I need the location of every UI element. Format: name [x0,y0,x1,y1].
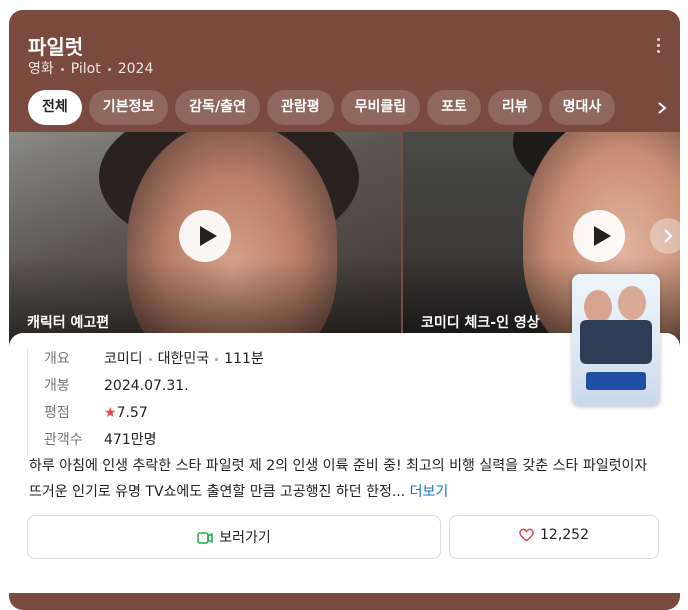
tab-director-cast[interactable]: 감독/출연 [175,90,260,125]
tab-movie-clips[interactable]: 무비클립 [340,90,421,125]
audience-count: 471만명 [104,432,157,448]
country-link[interactable]: 대한민국 [158,351,210,367]
tab-ratings[interactable]: 관람평 [266,90,334,125]
movie-meta: 영화 Pilot 2024 [28,58,153,78]
separator-dot [148,357,152,361]
separator-dot [215,357,219,361]
like-count: 12,252 [540,527,589,543]
info-label: 평점 [44,405,70,421]
info-label: 개요 [44,351,70,367]
card-header: 파일럿 영화 Pilot 2024 전체 기본정보 감독/출연 관람평 무비클립 포토 리뷰 명대… [9,10,680,132]
like-button[interactable]: 12,252 [449,515,659,559]
chevron-right-icon[interactable] [650,218,680,254]
info-row-rating: 평점 ★7.57 [44,403,264,430]
synopsis-text: 하루 아침에 인생 추락한 스타 파일럿 제 2의 인생 이륙 준비 중! 최고… [29,458,648,500]
meta-year: 2024 [117,61,154,77]
poster-logo [586,372,646,390]
meta-english-title: Pilot [70,61,101,77]
separator-dot [60,67,64,71]
video-camera-icon [197,532,214,544]
heart-icon [519,528,534,542]
movie-title[interactable]: 파일럿 [28,31,83,60]
tab-reviews[interactable]: 리뷰 [487,90,542,125]
watch-button-label: 보러가기 [219,530,271,546]
genre-link[interactable]: 코미디 [104,351,143,367]
tab-basic-info[interactable]: 기본정보 [88,90,169,125]
info-row-overview: 개요 코미디 대한민국 111분 [44,349,264,376]
info-rows: 개요 코미디 대한민국 111분 개봉 2024.07.31. 평점 ★7.57 관객수 4… [27,349,264,457]
tab-bar: 전체 기본정보 감독/출연 관람평 무비클립 포토 리뷰 명대사 [28,90,622,125]
star-icon: ★ [104,405,117,421]
more-link[interactable]: 더보기 [410,484,449,500]
separator-dot [107,67,111,71]
rating-value: 7.57 [116,405,148,421]
info-panel: 개요 코미디 대한민국 111분 개봉 2024.07.31. 평점 ★7.57 관객수 4… [9,274,680,593]
clip-label: 코미디 체크-인 영상 [421,315,540,331]
tab-quotes[interactable]: 명대사 [548,90,616,125]
clip-character-trailer[interactable]: 캐릭터 예고편 [9,132,401,348]
info-label: 개봉 [44,378,70,394]
meta-genre: 영화 [28,61,54,77]
release-date: 2024.07.31. [104,378,189,394]
runtime: 111분 [224,351,264,367]
tab-all[interactable]: 전체 [28,90,82,125]
synopsis: 하루 아침에 인생 추락한 스타 파일럿 제 2의 인생 이륙 준비 중! 최고… [29,453,659,505]
tab-photos[interactable]: 포토 [427,90,481,125]
info-row-release: 개봉 2024.07.31. [44,376,264,403]
watch-button[interactable]: 보러가기 [27,515,441,559]
play-icon[interactable] [179,210,231,262]
info-label: 관객수 [44,432,83,448]
poster-image[interactable] [572,274,660,406]
chevron-right-icon[interactable] [656,102,668,114]
clip-label: 캐릭터 예고편 [27,315,110,331]
play-icon[interactable] [573,210,625,262]
more-options-icon[interactable] [650,38,666,56]
